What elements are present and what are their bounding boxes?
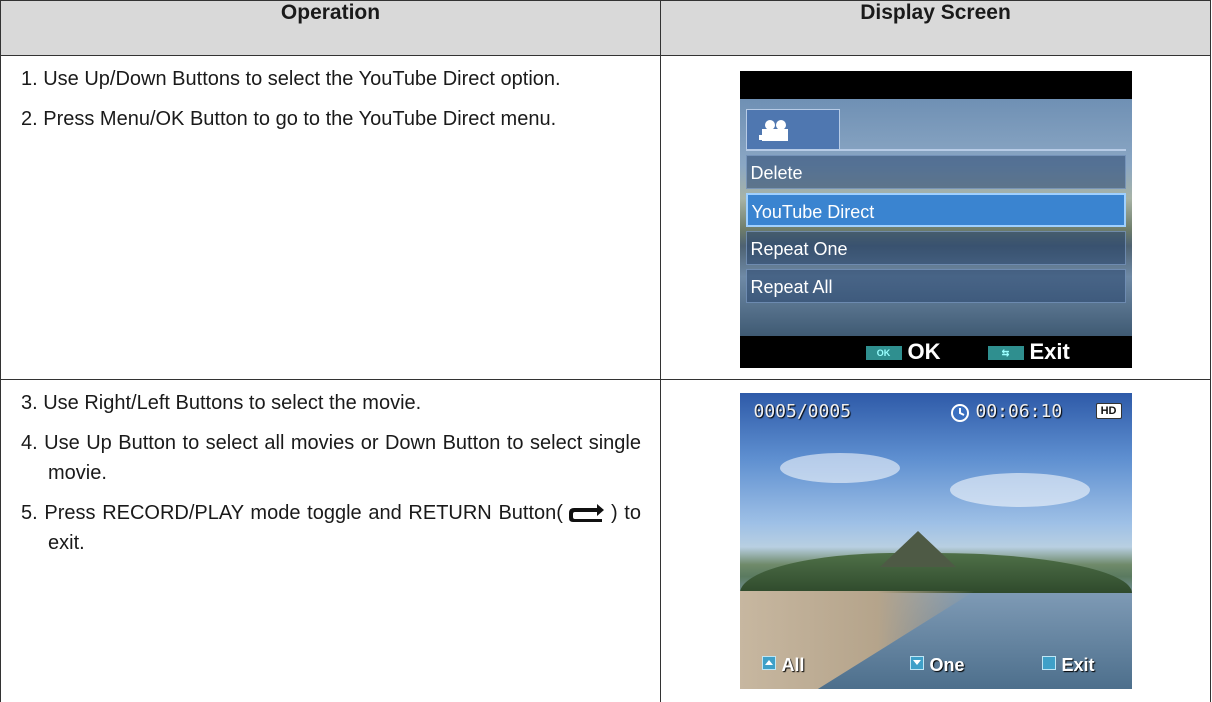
return-icon: ⇆: [988, 346, 1024, 360]
one-label: One: [930, 655, 965, 675]
step-2: 2. Press Menu/OK Button to go to the You…: [21, 104, 641, 134]
step-1: 1. Use Up/Down Buttons to select the You…: [21, 64, 641, 94]
movie-camera-icon: [759, 118, 793, 144]
ok-key-icon: OK: [866, 346, 902, 360]
all-label: All: [782, 655, 805, 675]
return-button-icon: [567, 501, 607, 523]
step-4: 4. Use Up Button to select all movies or…: [21, 428, 641, 488]
playback-screen: 0005/0005 00:06:10 HD All One Exit: [740, 393, 1132, 689]
duration: 00:06:10: [976, 401, 1063, 422]
footer-exit-label: Exit: [1030, 339, 1070, 364]
row1-instructions: 1. Use Up/Down Buttons to select the You…: [1, 56, 661, 380]
exit-button-hint: Exit: [1042, 655, 1095, 676]
row1-display: Delete YouTube Direct Repeat One Repeat …: [661, 56, 1211, 380]
all-button-hint: All: [762, 655, 805, 676]
step-5-text-start: 5. Press RECORD/PLAY mode toggle and RET…: [21, 502, 563, 524]
one-button-hint: One: [910, 655, 965, 676]
tab-divider: [746, 149, 1126, 151]
row2-display: 0005/0005 00:06:10 HD All One Exit: [661, 380, 1211, 702]
menu-item-repeat-all: Repeat All: [746, 269, 1126, 303]
temple: [880, 531, 956, 567]
cloud: [780, 453, 900, 483]
step-5: 5. Press RECORD/PLAY mode toggle and RET…: [21, 498, 641, 558]
movie-tab: [746, 109, 840, 150]
clock-icon: [950, 403, 970, 423]
up-arrow-icon: [762, 656, 776, 670]
operation-table: Operation Display Screen 1. Use Up/Down …: [0, 0, 1211, 702]
header-operation: Operation: [1, 1, 661, 56]
menu-item-delete: Delete: [746, 155, 1126, 189]
camera-menu-screen: Delete YouTube Direct Repeat One Repeat …: [740, 71, 1132, 368]
step-3: 3. Use Right/Left Buttons to select the …: [21, 388, 641, 418]
exit-label: Exit: [1062, 655, 1095, 675]
menu-item-repeat-one: Repeat One: [746, 231, 1126, 265]
menu-footer: OK OK ⇆ Exit: [740, 336, 1132, 368]
hd-badge: HD: [1096, 403, 1122, 419]
return-icon: [1042, 656, 1056, 670]
down-arrow-icon: [910, 656, 924, 670]
menu-item-youtube-direct: YouTube Direct: [746, 193, 1126, 227]
footer-ok-label: OK: [908, 339, 941, 364]
header-display-screen: Display Screen: [661, 1, 1211, 56]
cloud: [950, 473, 1090, 507]
row2-instructions: 3. Use Right/Left Buttons to select the …: [1, 380, 661, 702]
file-counter: 0005/0005: [754, 401, 852, 422]
